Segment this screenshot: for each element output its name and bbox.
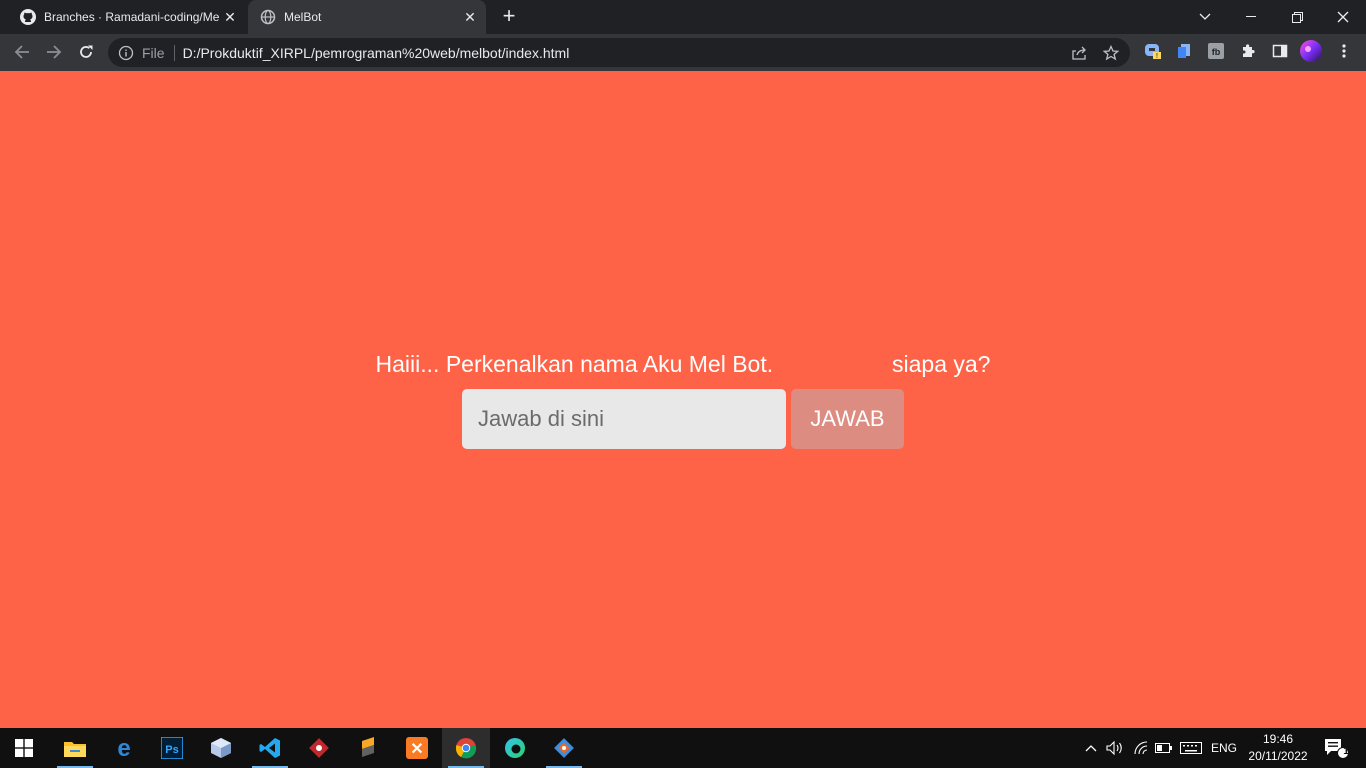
git-extension-icon[interactable]: [540, 728, 588, 768]
info-icon[interactable]: [118, 45, 134, 61]
extensions-puzzle-icon[interactable]: [1239, 42, 1257, 60]
extension-chat-icon[interactable]: !: [1144, 42, 1162, 60]
edge-icon[interactable]: [491, 728, 539, 768]
bot-question: Haiii... Perkenalkan nama Aku Mel Bot. N…: [0, 351, 1366, 378]
side-panel-icon[interactable]: [1271, 42, 1289, 60]
scheme-label: File: [142, 44, 165, 61]
clock-date: 20/11/2022: [1248, 749, 1308, 763]
share-icon[interactable]: [1070, 44, 1088, 62]
chrome-icon[interactable]: [442, 728, 490, 768]
minimize-icon[interactable]: [1228, 0, 1274, 34]
menu-kebab-icon[interactable]: [1335, 42, 1353, 60]
git-client-icon[interactable]: [295, 728, 343, 768]
svg-text:✕: ✕: [410, 741, 423, 758]
answer-input[interactable]: [462, 389, 786, 449]
file-explorer-icon[interactable]: [51, 728, 99, 768]
question-animated-text: Namamu: [779, 351, 886, 377]
windows-start-icon[interactable]: [0, 728, 48, 768]
svg-text:Ps: Ps: [165, 744, 178, 756]
reload-icon[interactable]: [74, 40, 98, 64]
url-text[interactable]: D:/Prokduktif_XIRPL/pemrograman%20web/me…: [183, 45, 570, 61]
notification-center-icon[interactable]: 1: [1318, 728, 1354, 768]
profile-avatar-icon[interactable]: [1300, 40, 1322, 62]
svg-text:fb: fb: [1212, 47, 1221, 57]
restore-icon[interactable]: [1274, 0, 1320, 34]
extension-fb-icon[interactable]: fb: [1207, 42, 1225, 60]
tab-title: MelBot: [284, 10, 322, 24]
xampp-icon[interactable]: ✕: [393, 728, 441, 768]
svg-text:e: e: [117, 737, 130, 759]
photoshop-icon[interactable]: Ps: [148, 728, 196, 768]
question-text-end: siapa ya?: [892, 351, 991, 377]
wifi-icon[interactable]: [1130, 728, 1152, 768]
virtualbox-icon[interactable]: [197, 728, 245, 768]
tab-melbot[interactable]: MelBot ✕: [248, 0, 486, 34]
touch-keyboard-icon[interactable]: [1177, 728, 1205, 768]
windows-taskbar: e Ps ✕ ENG 19:46 20/11/2022 1: [0, 728, 1366, 768]
volume-icon[interactable]: [1104, 728, 1126, 768]
github-icon: [20, 9, 36, 25]
sublime-merge-icon[interactable]: [344, 728, 392, 768]
close-icon[interactable]: ✕: [220, 7, 240, 27]
extension-docs-icon[interactable]: [1175, 42, 1193, 60]
divider: [173, 44, 175, 61]
question-text-start: Haiii... Perkenalkan nama Aku Mel Bot.: [375, 351, 774, 377]
browser-tab-strip: Branches · Ramadani-coding/Mel ✕ MelBot …: [0, 0, 1366, 34]
show-hidden-icons-icon[interactable]: [1081, 728, 1101, 768]
window-close-icon[interactable]: [1320, 0, 1366, 34]
clock[interactable]: 19:46 20/11/2022: [1244, 731, 1312, 765]
edge-legacy-icon[interactable]: e: [100, 728, 148, 768]
bookmark-star-icon[interactable]: [1102, 44, 1120, 62]
clock-time: 19:46: [1262, 732, 1294, 746]
back-icon[interactable]: [10, 40, 34, 64]
language-indicator[interactable]: ENG: [1208, 728, 1240, 768]
new-tab-button[interactable]: +: [497, 5, 521, 29]
tab-search-icon[interactable]: [1182, 0, 1228, 34]
browser-toolbar: File D:/Prokduktif_XIRPL/pemrograman%20w…: [0, 34, 1366, 71]
tab-title: Branches · Ramadani-coding/Mel: [44, 10, 220, 24]
tab-branches[interactable]: Branches · Ramadani-coding/Mel ✕: [8, 0, 246, 34]
vscode-icon[interactable]: [246, 728, 294, 768]
address-bar[interactable]: File D:/Prokduktif_XIRPL/pemrograman%20w…: [108, 38, 1130, 67]
globe-icon: [260, 9, 276, 25]
forward-icon[interactable]: [42, 40, 66, 64]
melbot-page: Haiii... Perkenalkan nama Aku Mel Bot. N…: [0, 71, 1366, 728]
battery-icon[interactable]: [1153, 728, 1175, 768]
jawab-button[interactable]: JAWAB: [791, 389, 904, 449]
notification-count: 1: [1343, 746, 1349, 757]
svg-text:!: !: [1156, 53, 1158, 60]
close-icon[interactable]: ✕: [460, 7, 480, 27]
